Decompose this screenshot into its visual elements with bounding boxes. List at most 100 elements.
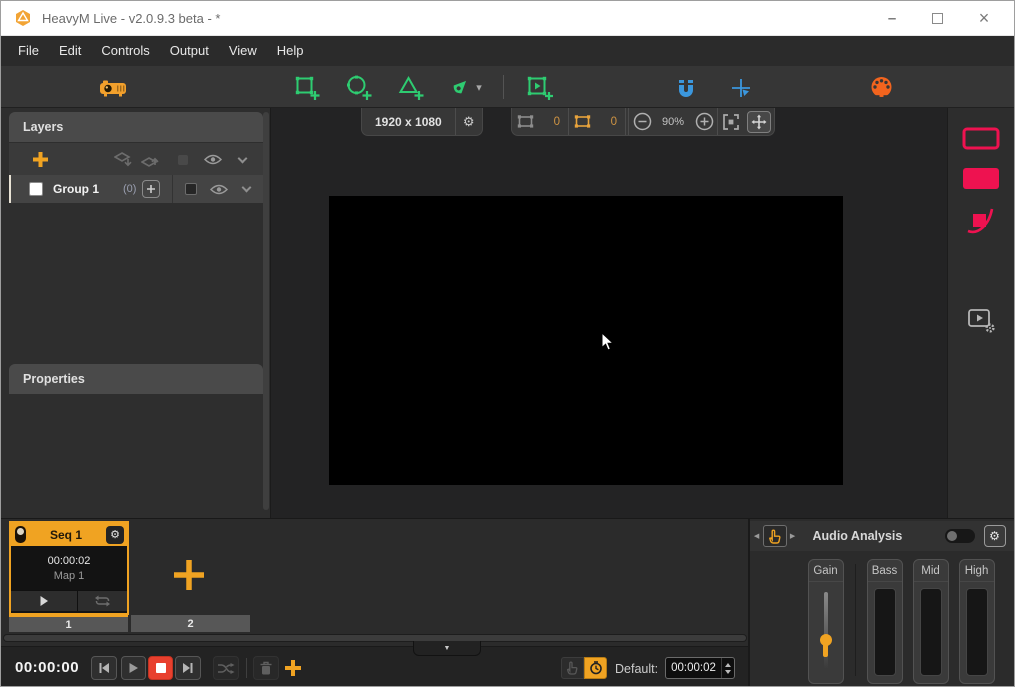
add-player-button[interactable]	[523, 74, 555, 101]
left-panel-scrollbar[interactable]	[263, 112, 269, 510]
scroll-left-icon[interactable]: ◀	[753, 532, 761, 540]
minimize-button[interactable]: –	[870, 1, 914, 36]
toolbar-separator	[503, 75, 504, 99]
add-quad-button[interactable]	[292, 74, 320, 101]
filled-rect-icon	[962, 167, 1000, 190]
spin-up-icon[interactable]	[725, 663, 731, 667]
layers-panel-header[interactable]: Layers	[9, 112, 263, 142]
previous-button[interactable]	[91, 656, 117, 680]
add-quad-icon	[293, 74, 320, 101]
scroll-right-icon[interactable]: ▶	[789, 532, 797, 540]
collapse-timeline-tab[interactable]: ▼	[413, 641, 481, 656]
sequence-name: Seq 1	[26, 528, 106, 542]
spin-down-icon[interactable]	[725, 670, 731, 674]
gain-slider[interactable]: Gain	[808, 559, 844, 684]
layer-group-row[interactable]: Group 1 (0)	[9, 175, 263, 203]
pen-tool-button[interactable]	[445, 74, 473, 101]
mid-label: Mid	[914, 560, 948, 582]
zoom-level-value: 90%	[655, 116, 691, 128]
visibility-all-icon[interactable]	[204, 154, 222, 165]
menu-output[interactable]: Output	[160, 36, 219, 66]
default-duration-spinbox[interactable]: 00:00:02	[665, 657, 735, 679]
menu-help[interactable]: Help	[267, 36, 314, 66]
anchor-cross-icon	[729, 76, 753, 100]
trigger-mode-button[interactable]	[763, 525, 787, 547]
midi-button[interactable]	[867, 74, 895, 101]
next-button[interactable]	[175, 656, 201, 680]
shuffle-button[interactable]	[213, 656, 239, 680]
anchor-point-button[interactable]	[727, 74, 755, 101]
hscrollbar-thumb[interactable]	[4, 635, 746, 641]
add-group-button[interactable]	[31, 150, 50, 169]
zoom-out-button[interactable]	[629, 109, 655, 135]
zoom-in-button[interactable]	[691, 109, 717, 135]
pen-tool-dropdown[interactable]: ▾	[471, 74, 487, 101]
move-layer-down-icon[interactable]	[114, 152, 133, 168]
sequencer-hscrollbar[interactable]	[3, 634, 747, 642]
group-collapse-chevron-icon[interactable]	[242, 183, 252, 193]
group-checkbox[interactable]	[29, 182, 43, 196]
move-layer-up-icon[interactable]	[141, 152, 160, 168]
add-triangle-button[interactable]	[396, 74, 424, 101]
close-button[interactable]: ×	[962, 1, 1006, 36]
track-column-1[interactable]: 1	[9, 615, 128, 632]
high-meter[interactable]: High	[959, 559, 995, 684]
sequence-clip[interactable]: Seq 1 ⚙ 00:00:02 Map 1	[9, 521, 129, 615]
add-sequence-button[interactable]	[283, 658, 303, 678]
stop-button[interactable]	[148, 656, 173, 680]
delete-button[interactable]	[253, 656, 279, 680]
player-settings-button[interactable]	[965, 305, 997, 335]
bass-meter[interactable]: Bass	[867, 559, 903, 684]
gear-icon: ⚙	[989, 529, 1000, 543]
group-visibility-icon[interactable]	[210, 184, 228, 195]
mid-meter-well	[920, 588, 942, 676]
main-area: Layers Group 1	[1, 108, 1014, 518]
sequence-header[interactable]: Seq 1 ⚙	[11, 523, 127, 546]
clip-play-button[interactable]	[11, 591, 78, 611]
manual-trigger-button[interactable]	[561, 657, 584, 679]
collapse-all-chevron-icon[interactable]	[238, 153, 248, 163]
menu-edit[interactable]: Edit	[49, 36, 91, 66]
plus-icon	[283, 658, 303, 678]
menubar: File Edit Controls Output View Help	[1, 36, 1014, 66]
resolution-value[interactable]: 1920 x 1080	[362, 115, 455, 129]
menu-view[interactable]: View	[219, 36, 267, 66]
sequence-toggle-icon[interactable]	[15, 526, 26, 543]
add-clip-button[interactable]	[171, 557, 207, 593]
solo-square-icon[interactable]	[178, 155, 188, 165]
shape-fill-button[interactable]	[962, 167, 1000, 190]
main-toolbar: ▾	[1, 66, 1014, 108]
audio-analysis-title: Audio Analysis	[813, 529, 945, 543]
shape-outline-button[interactable]	[962, 127, 1000, 150]
projector-output-button[interactable]	[96, 74, 130, 101]
selected-quad-icon	[569, 109, 595, 135]
clip-loop-button[interactable]	[78, 591, 127, 611]
audio-settings-button[interactable]: ⚙	[984, 525, 1006, 547]
menu-file[interactable]: File	[8, 36, 49, 66]
menu-controls[interactable]: Controls	[91, 36, 159, 66]
resolution-settings-button[interactable]: ⚙	[456, 109, 482, 135]
canvas-area[interactable]: 1920 x 1080 ⚙ 0 0 90%	[271, 108, 947, 518]
timer-trigger-button[interactable]	[584, 657, 607, 679]
snap-magnet-button[interactable]	[672, 74, 700, 101]
maximize-button[interactable]	[915, 1, 959, 36]
group-color-swatch[interactable]	[185, 183, 197, 195]
add-shape-to-group-button[interactable]	[142, 180, 160, 198]
fit-view-button[interactable]	[718, 109, 744, 135]
output-quads-value[interactable]: 0	[538, 116, 568, 128]
pan-tool-button[interactable]	[747, 111, 771, 133]
selected-quads-value[interactable]: 0	[595, 116, 625, 128]
gain-thumb-stem[interactable]	[823, 643, 828, 657]
shape-effects-button[interactable]	[965, 205, 997, 237]
sequence-settings-button[interactable]: ⚙	[106, 526, 124, 544]
spinbox-arrows[interactable]	[721, 658, 734, 678]
sequence-clip-body[interactable]: 00:00:02 Map 1	[11, 546, 127, 590]
audio-analysis-toggle[interactable]	[945, 529, 975, 543]
track-column-2[interactable]: 2	[131, 615, 250, 632]
properties-panel-header[interactable]: Properties	[9, 364, 263, 394]
play-button[interactable]	[121, 656, 146, 680]
add-circle-button[interactable]	[344, 74, 372, 101]
projection-canvas[interactable]	[329, 196, 843, 485]
mid-meter[interactable]: Mid	[913, 559, 949, 684]
gain-groove[interactable]	[824, 592, 828, 669]
